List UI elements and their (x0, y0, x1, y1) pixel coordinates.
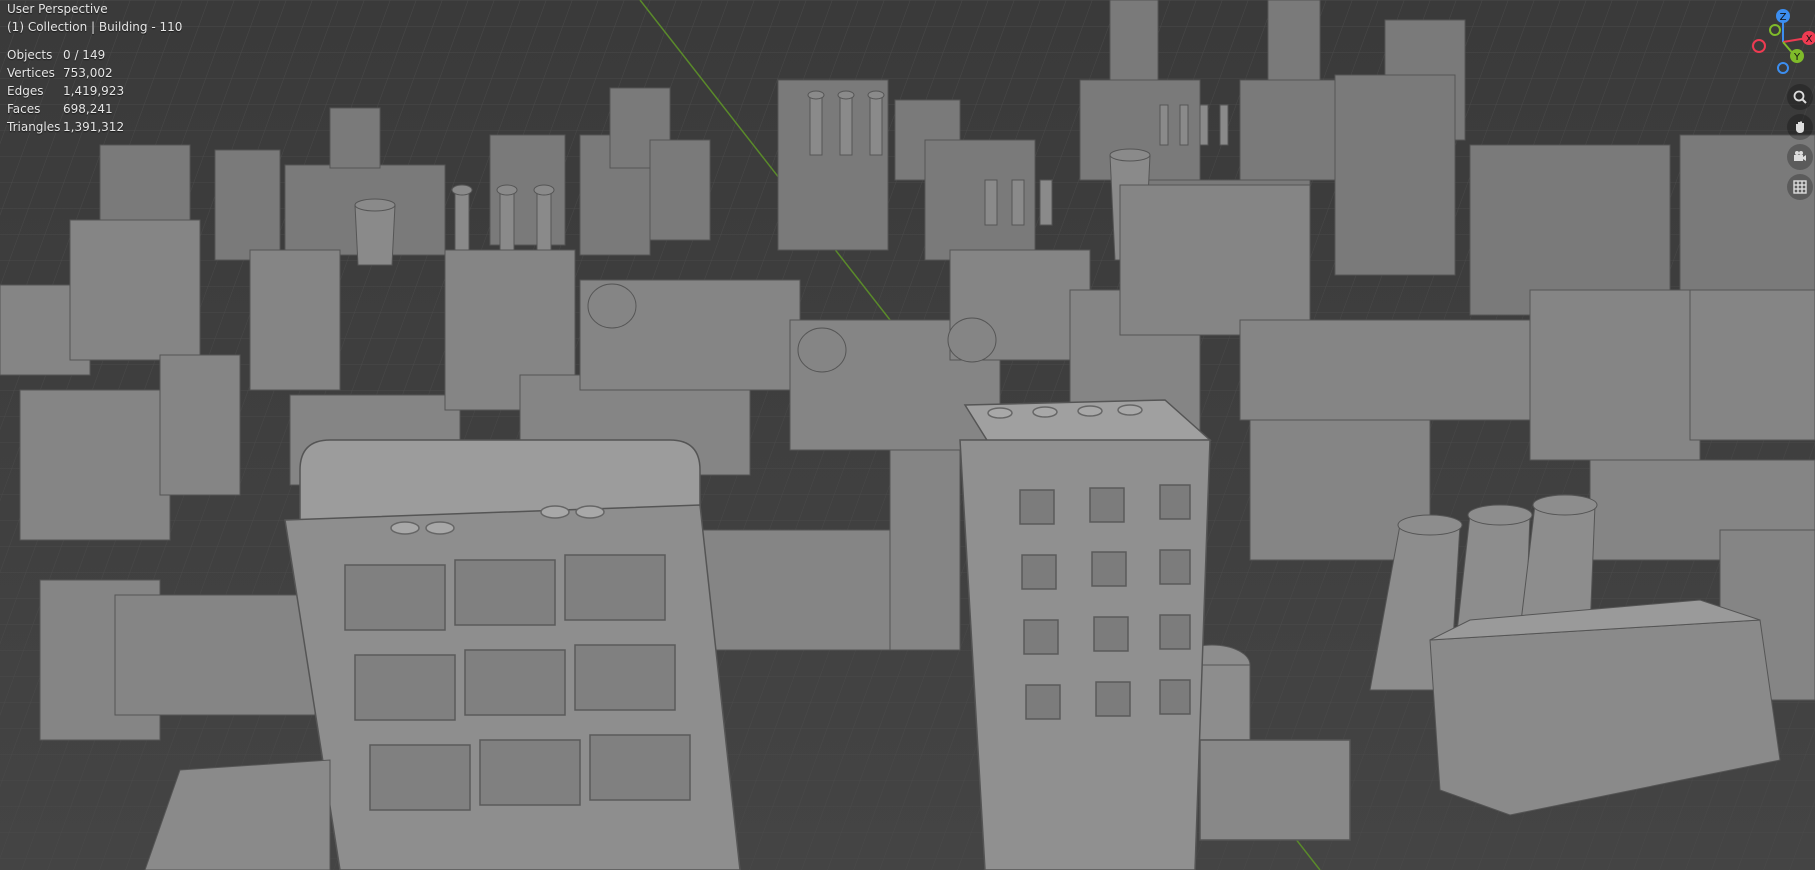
grid-icon[interactable] (1787, 174, 1813, 200)
stat-row-objects: Objects 0 / 149 (7, 46, 124, 64)
viewport-info: User Perspective (1) Collection | Buildi… (7, 0, 182, 36)
pan-hand-icon[interactable] (1787, 114, 1813, 140)
stat-value: 0 / 149 (63, 48, 106, 62)
stat-label: Faces (7, 102, 41, 116)
y-axis-label: Y (1793, 52, 1801, 63)
stat-row-vertices: Vertices 753,002 (7, 64, 124, 82)
neg-y-axis-handle[interactable] (1769, 24, 1781, 36)
city-scene[interactable] (0, 0, 1815, 870)
neg-z-axis-handle[interactable] (1777, 62, 1789, 74)
navigation-gizmo[interactable]: Z X Y (1745, 6, 1815, 86)
camera-icon[interactable] (1787, 144, 1813, 170)
stat-row-triangles: Triangles 1,391,312 (7, 118, 124, 136)
neg-x-axis-handle[interactable] (1752, 39, 1766, 53)
stat-value: 698,241 (63, 102, 113, 116)
stat-label: Edges (7, 84, 44, 98)
stat-label: Objects (7, 48, 53, 62)
stat-row-edges: Edges 1,419,923 (7, 82, 124, 100)
view-name: User Perspective (7, 2, 108, 16)
x-axis-label: X (1806, 34, 1813, 45)
stat-value: 1,391,312 (63, 120, 125, 134)
stat-label: Triangles (7, 120, 61, 134)
stat-label: Vertices (7, 66, 55, 80)
stat-value: 1,419,923 (63, 84, 125, 98)
scene-statistics: Objects 0 / 149 Vertices 753,002 Edges 1,41… (7, 46, 124, 136)
rounded-office-building (284, 439, 741, 870)
stat-value: 753,002 (63, 66, 113, 80)
3d-viewport[interactable]: User Perspective (1) Collection | Buildi… (0, 0, 1815, 870)
collection-info: (1) Collection | Building - 110 (7, 20, 183, 34)
zoom-icon[interactable] (1787, 84, 1813, 110)
stat-row-faces: Faces 698,241 (7, 100, 124, 118)
z-axis-label: Z (1780, 12, 1787, 23)
